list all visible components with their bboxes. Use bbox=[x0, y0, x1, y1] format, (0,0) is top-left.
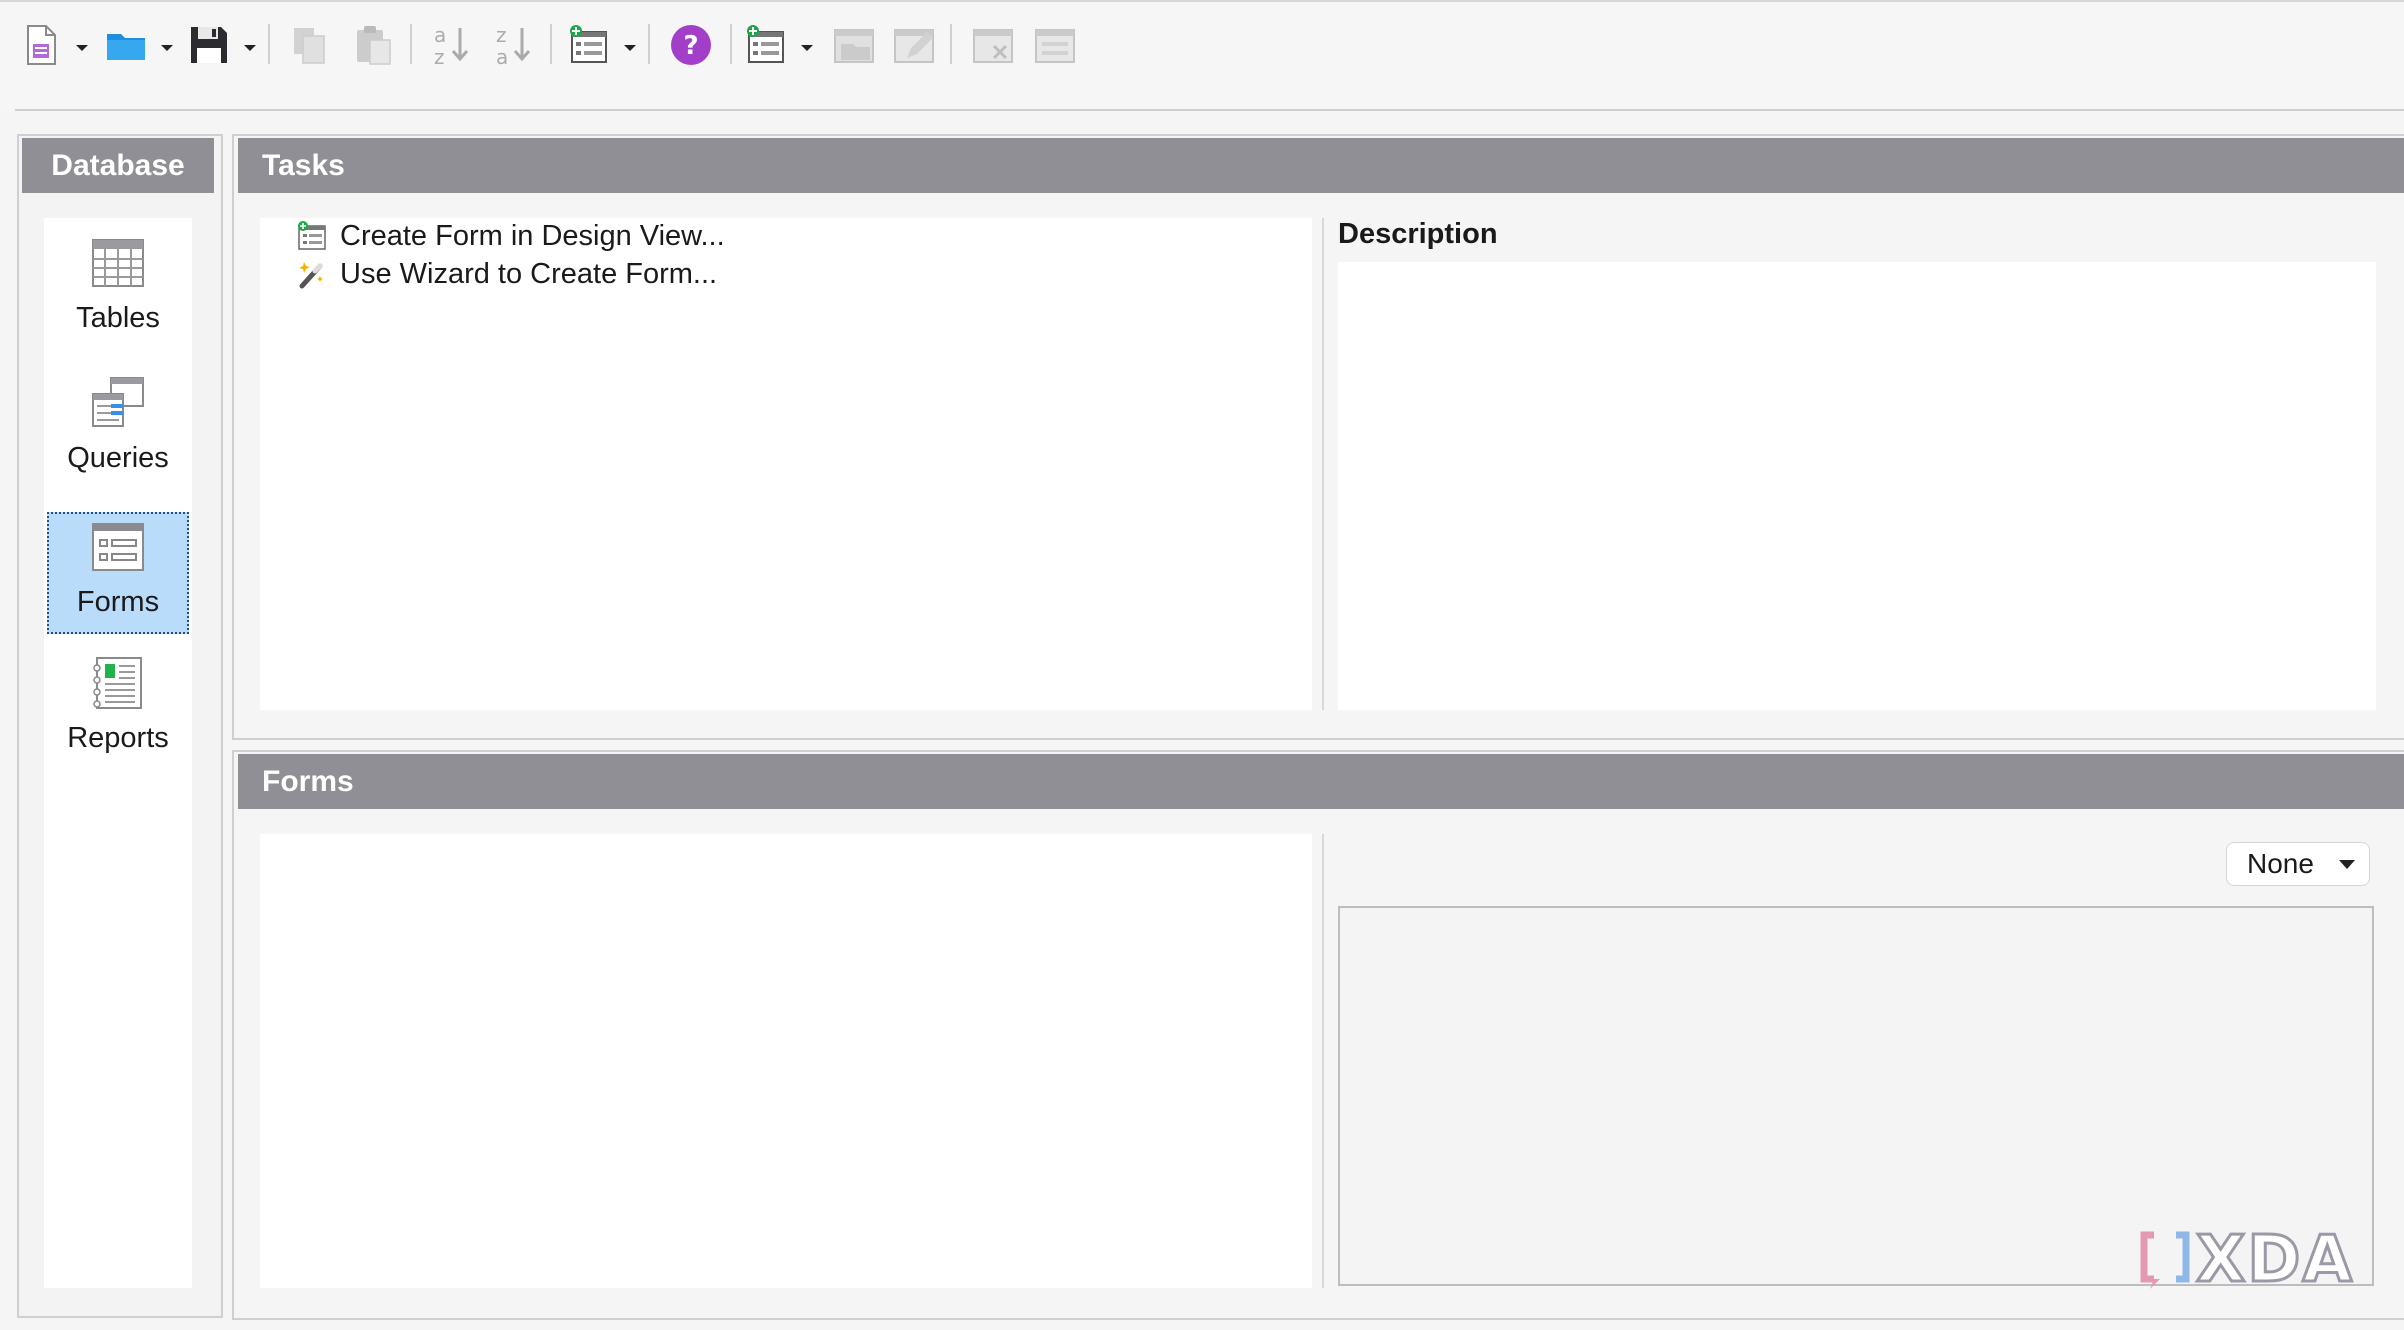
database-item-reports[interactable]: Reports bbox=[47, 642, 189, 762]
sort-az-icon: az bbox=[434, 23, 469, 68]
toolbar-separator bbox=[648, 24, 650, 64]
svg-text:?: ? bbox=[683, 31, 698, 61]
save-button[interactable] bbox=[178, 14, 240, 76]
copy-icon bbox=[294, 28, 325, 64]
clipboard-icon bbox=[357, 26, 391, 65]
save-dropdown[interactable] bbox=[240, 40, 260, 56]
toolbar: az za ? bbox=[0, 0, 2404, 112]
preview-mode-value: None bbox=[2247, 848, 2314, 879]
queries-icon bbox=[92, 377, 144, 427]
sort-ascending-button[interactable]: az bbox=[420, 14, 482, 76]
table-icon bbox=[92, 239, 144, 287]
task-label: Create Form in Design View... bbox=[340, 219, 725, 252]
watermark-text: XDA bbox=[2195, 1222, 2354, 1299]
description-label: Description bbox=[1338, 218, 1498, 250]
tasks-header: Tasks bbox=[238, 138, 2404, 193]
open-button[interactable] bbox=[95, 14, 157, 76]
svg-text:z: z bbox=[434, 45, 445, 68]
chevron-down-icon bbox=[76, 45, 88, 51]
form-dropdown[interactable] bbox=[620, 40, 640, 56]
open-dropdown[interactable] bbox=[157, 40, 177, 56]
chevron-down-icon bbox=[2339, 860, 2355, 869]
chevron-down-icon bbox=[624, 45, 636, 51]
chevron-down-icon bbox=[801, 45, 813, 51]
delete-form-button[interactable] bbox=[962, 14, 1024, 76]
toolbar-separator bbox=[730, 24, 732, 64]
tasks-splitter[interactable] bbox=[1322, 218, 1324, 710]
forms-icon bbox=[92, 523, 144, 571]
open-form-button[interactable] bbox=[823, 14, 885, 76]
toolbar-separator bbox=[950, 24, 952, 64]
database-item-forms[interactable]: Forms bbox=[47, 512, 189, 634]
sort-za-icon: za bbox=[496, 23, 531, 68]
database-item-label: Forms bbox=[76, 586, 160, 618]
task-label: Use Wizard to Create Form... bbox=[340, 257, 718, 290]
rename-form-button[interactable] bbox=[1024, 14, 1086, 76]
database-item-queries[interactable]: Queries bbox=[47, 362, 189, 482]
sort-descending-button[interactable]: za bbox=[482, 14, 544, 76]
new-document-button[interactable] bbox=[10, 14, 72, 76]
form-button[interactable] bbox=[558, 14, 620, 76]
new-form-button[interactable] bbox=[735, 14, 797, 76]
help-icon: ? bbox=[671, 25, 711, 65]
wizard-wand-icon bbox=[299, 262, 323, 289]
toolbar-separator bbox=[550, 24, 552, 64]
svg-text:a: a bbox=[496, 45, 508, 68]
floppy-disk-icon bbox=[191, 27, 227, 63]
forms-header: Forms bbox=[238, 754, 2404, 809]
new-document-icon bbox=[27, 25, 56, 65]
database-item-label: Reports bbox=[67, 722, 169, 754]
toolbar-divider bbox=[15, 109, 2404, 111]
chevron-down-icon bbox=[161, 45, 173, 51]
new-document-dropdown[interactable] bbox=[72, 40, 92, 56]
open-form-icon bbox=[834, 29, 874, 63]
database-item-label: Queries bbox=[67, 442, 169, 474]
edit-form-icon bbox=[894, 29, 934, 63]
forms-splitter[interactable] bbox=[1322, 834, 1324, 1288]
help-button[interactable]: ? bbox=[660, 14, 722, 76]
xda-logo-icon bbox=[2140, 1231, 2190, 1289]
preview-mode-select[interactable]: None bbox=[2226, 842, 2370, 886]
new-form-dropdown[interactable] bbox=[797, 40, 817, 56]
delete-form-icon bbox=[973, 29, 1013, 63]
xda-watermark: XDA bbox=[2140, 1222, 2372, 1299]
description-box bbox=[1338, 262, 2376, 710]
reports-icon bbox=[93, 657, 142, 709]
new-form-icon bbox=[747, 25, 784, 63]
toolbar-separator bbox=[410, 24, 412, 64]
task-create-form-design-view[interactable]: Create Form in Design View... bbox=[296, 218, 725, 254]
forms-list[interactable] bbox=[260, 834, 1312, 1288]
folder-icon bbox=[107, 34, 145, 60]
paste-button[interactable] bbox=[342, 14, 404, 76]
design-view-icon bbox=[298, 221, 326, 250]
rename-form-icon bbox=[1035, 29, 1075, 63]
edit-form-button[interactable] bbox=[883, 14, 945, 76]
svg-text:a: a bbox=[434, 23, 446, 47]
database-header: Database bbox=[22, 138, 214, 193]
form-icon bbox=[570, 25, 607, 63]
task-use-wizard[interactable]: Use Wizard to Create Form... bbox=[296, 256, 717, 292]
database-item-label: Tables bbox=[76, 302, 160, 334]
database-item-tables[interactable]: Tables bbox=[47, 222, 189, 342]
toolbar-separator bbox=[268, 24, 270, 64]
chevron-down-icon bbox=[244, 45, 256, 51]
copy-button[interactable] bbox=[278, 14, 340, 76]
svg-text:z: z bbox=[496, 23, 507, 47]
